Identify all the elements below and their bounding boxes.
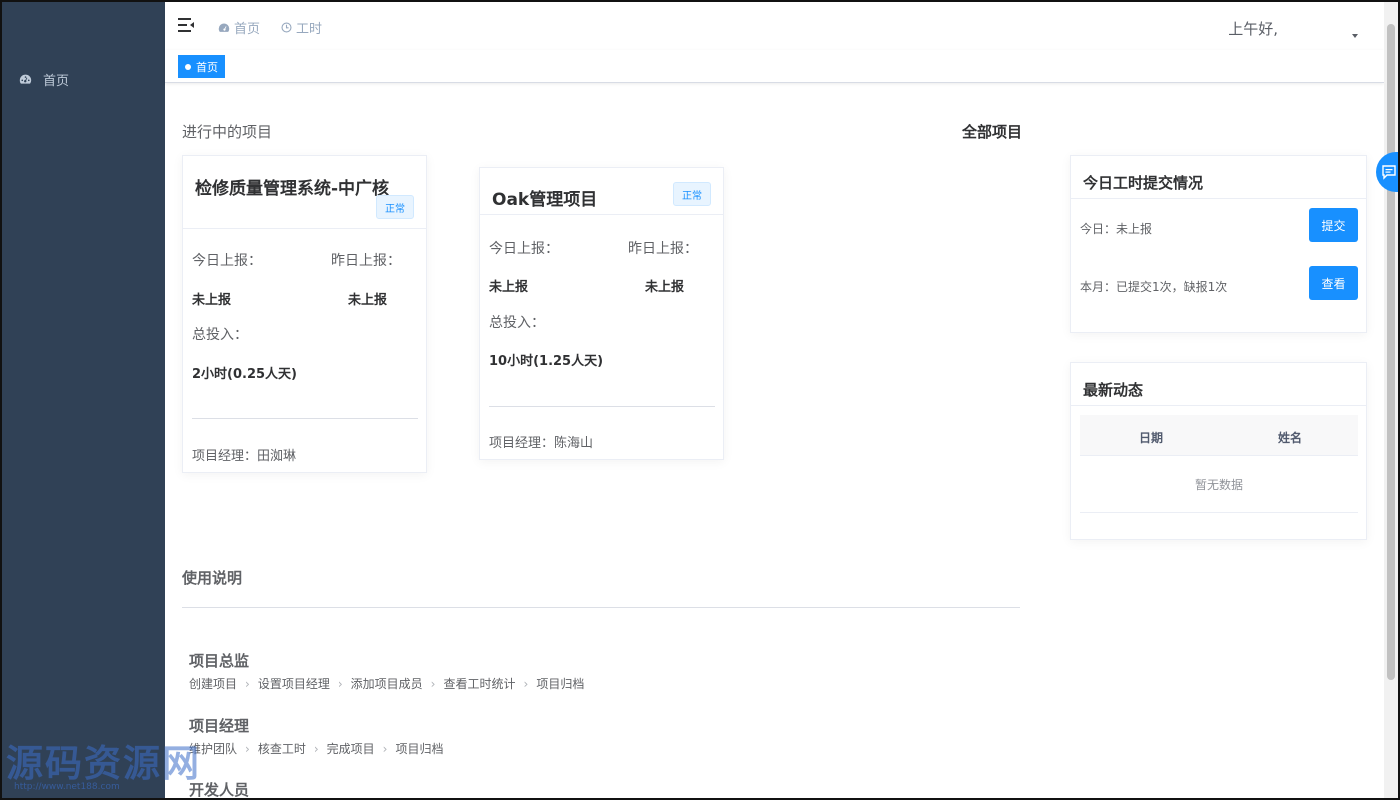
tag-label: 首页 xyxy=(196,60,218,74)
role-steps-manager: 维护团队 › 核查工时 › 完成项目 › 项目归档 xyxy=(189,740,444,757)
total-input-value: 10小时(1.25人天) xyxy=(489,354,604,369)
chat-float-button[interactable] xyxy=(1376,152,1400,192)
project-name: Oak管理项目 xyxy=(492,190,598,210)
step-item: 创建项目 xyxy=(189,677,238,691)
project-manager: 项目经理：田洳琳 xyxy=(192,449,297,464)
chat-icon xyxy=(1382,165,1396,180)
submit-button[interactable]: 提交 xyxy=(1309,208,1358,242)
card-divider xyxy=(192,418,418,419)
clock-icon xyxy=(281,22,292,33)
all-projects-link[interactable]: 全部项目 xyxy=(962,121,1022,142)
table-empty-text: 暂无数据 xyxy=(1080,457,1358,513)
status-badge: 正常 xyxy=(376,195,414,219)
chevron-right-icon: › xyxy=(523,676,529,691)
greeting-text: 上午好, xyxy=(1228,20,1278,38)
chevron-right-icon: › xyxy=(245,676,250,691)
role-title-director: 项目总监 xyxy=(189,652,250,670)
project-manager: 项目经理：陈海山 xyxy=(489,436,594,451)
dashboard-icon xyxy=(218,23,230,32)
today-report-value: 未上报 xyxy=(489,280,529,295)
today-report-label: 今日上报： xyxy=(192,253,262,269)
yesterday-report-label: 昨日上报： xyxy=(628,241,698,257)
nav-link-home[interactable]: 首页 xyxy=(218,18,260,37)
active-dot-icon xyxy=(185,63,191,70)
card-divider xyxy=(489,406,715,407)
step-item: 完成项目 xyxy=(326,742,375,756)
tags-view: 首页 xyxy=(165,50,1384,83)
view-button[interactable]: 查看 xyxy=(1309,266,1358,300)
navbar: 首页 工时 上午好, xyxy=(165,2,1384,50)
page-scrollbar[interactable] xyxy=(1384,2,1398,798)
project-name: 检修质量管理系统-中广核 xyxy=(195,179,390,199)
step-item: 项目归档 xyxy=(395,742,444,756)
card-title: 今日工时提交情况 xyxy=(1083,174,1204,192)
step-item: 项目归档 xyxy=(536,677,585,691)
nav-link-label: 首页 xyxy=(234,22,261,37)
step-item: 添加项目成员 xyxy=(350,677,423,691)
total-input-label: 总投入： xyxy=(192,327,248,343)
step-item: 查看工时统计 xyxy=(443,677,516,691)
nav-link-worktime[interactable]: 工时 xyxy=(281,18,322,37)
card-title: 最新动态 xyxy=(1083,381,1144,399)
status-badge: 正常 xyxy=(673,182,711,206)
usage-divider xyxy=(182,607,1020,608)
worklog-status-card: 今日工时提交情况 今日：未上报 提交 本月：已提交1次，缺报1次 查看 xyxy=(1070,155,1367,333)
watermark: 源码资源网 xyxy=(6,742,201,785)
usage-title: 使用说明 xyxy=(182,569,243,587)
chevron-right-icon: › xyxy=(313,741,319,756)
sidebar: 首页 xyxy=(2,2,165,798)
chevron-right-icon: › xyxy=(382,741,388,756)
today-report-value: 未上报 xyxy=(192,293,232,308)
tag-home[interactable]: 首页 xyxy=(178,55,225,78)
column-header-date[interactable]: 日期 xyxy=(1139,429,1163,446)
chevron-right-icon: › xyxy=(337,676,343,691)
yesterday-report-value: 未上报 xyxy=(645,280,685,295)
total-input-value: 2小时(0.25人天) xyxy=(192,367,298,382)
project-card[interactable]: 检修质量管理系统-中广核 正常 今日上报： 昨日上报： 未上报 未上报 总投入：… xyxy=(182,155,427,473)
today-status-text: 今日：未上报 xyxy=(1080,222,1153,236)
column-header-name[interactable]: 姓名 xyxy=(1278,429,1302,446)
role-steps-director: 创建项目 › 设置项目经理 › 添加项目成员 › 查看工时统计 › 项目归档 xyxy=(189,675,584,692)
chevron-right-icon: › xyxy=(430,676,436,691)
total-input-label: 总投入： xyxy=(489,315,545,331)
chevron-right-icon: › xyxy=(245,741,250,756)
yesterday-report-label: 昨日上报： xyxy=(331,253,401,269)
user-dropdown-caret-icon[interactable] xyxy=(1352,34,1358,38)
table-header: 日期 姓名 xyxy=(1080,415,1358,456)
latest-activity-card: 最新动态 日期 姓名 暂无数据 xyxy=(1070,362,1367,540)
yesterday-report-value: 未上报 xyxy=(348,293,388,308)
sidebar-item-label: 首页 xyxy=(43,73,70,89)
project-card[interactable]: Oak管理项目 正常 今日上报： 昨日上报： 未上报 未上报 总投入： 10小时… xyxy=(479,167,724,460)
dashboard-icon xyxy=(19,74,32,84)
watermark-url: http://www.net188.com xyxy=(14,782,120,792)
nav-link-label: 工时 xyxy=(296,22,323,37)
today-report-label: 今日上报： xyxy=(489,241,559,257)
month-status-text: 本月：已提交1次，缺报1次 xyxy=(1080,280,1228,294)
in-progress-title: 进行中的项目 xyxy=(182,123,273,141)
scrollbar-thumb[interactable] xyxy=(1387,24,1395,680)
step-item: 设置项目经理 xyxy=(257,677,330,691)
hamburger-icon[interactable] xyxy=(178,18,194,32)
sidebar-item-home[interactable]: 首页 xyxy=(2,62,165,96)
step-item: 核查工时 xyxy=(257,742,306,756)
